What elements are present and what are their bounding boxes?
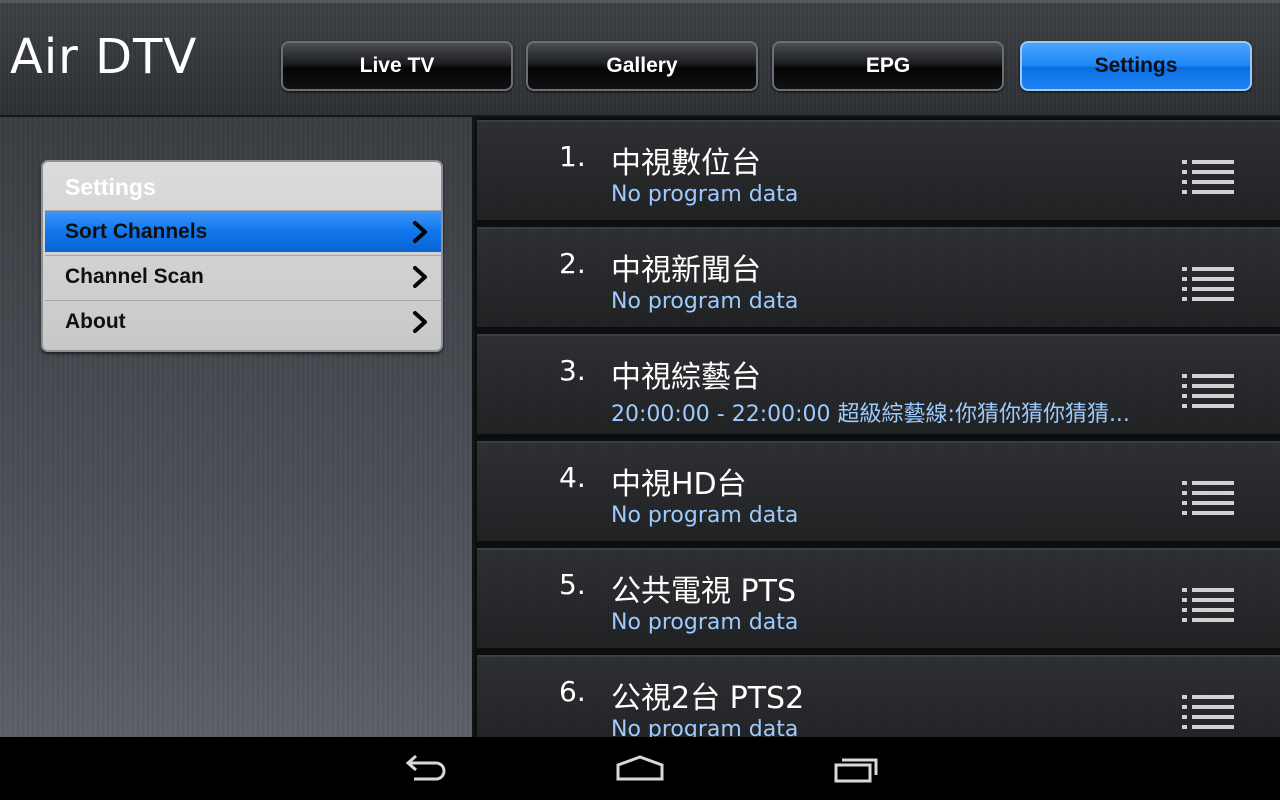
channel-number: 3. xyxy=(559,354,586,387)
channel-name: 中視HD台 xyxy=(611,467,747,502)
back-icon[interactable] xyxy=(400,751,448,787)
drag-handle-icon[interactable] xyxy=(1182,160,1234,194)
tab-gallery[interactable]: Gallery xyxy=(526,41,758,91)
drag-handle-icon[interactable] xyxy=(1182,481,1234,515)
menu-item-label: Sort Channels xyxy=(65,219,208,243)
channel-row[interactable]: 5. 公共電視 PTS No program data xyxy=(477,548,1280,648)
chevron-right-icon xyxy=(413,311,427,333)
channel-program-info: No program data xyxy=(611,717,799,737)
menu-item-channel-scan[interactable]: Channel Scan xyxy=(45,255,441,297)
menu-item-label: Channel Scan xyxy=(65,264,204,288)
menu-item-label: About xyxy=(65,309,126,333)
channel-row[interactable]: 4. 中視HD台 No program data xyxy=(477,441,1280,541)
tab-settings[interactable]: Settings xyxy=(1020,41,1252,91)
channel-number: 1. xyxy=(559,140,586,173)
channel-row[interactable]: 6. 公視2台 PTS2 No program data xyxy=(477,655,1280,737)
channel-program-info: No program data xyxy=(611,182,799,207)
system-nav-bar xyxy=(0,737,1280,800)
drag-handle-icon[interactable] xyxy=(1182,267,1234,301)
tab-live-tv[interactable]: Live TV xyxy=(281,41,513,91)
app-header: Air DTV Live TV Gallery EPG Settings xyxy=(0,0,1280,117)
channel-number: 4. xyxy=(559,461,586,494)
tab-epg[interactable]: EPG xyxy=(772,41,1004,91)
settings-menu: Settings Sort Channels Channel Scan Abou… xyxy=(41,160,443,352)
chevron-right-icon xyxy=(413,266,427,288)
drag-handle-icon[interactable] xyxy=(1182,695,1234,729)
channel-name: 中視新聞台 xyxy=(611,253,761,288)
settings-menu-title: Settings xyxy=(65,174,156,200)
channel-program-info: 20:00:00 - 22:00:00 超級綜藝線:你猜你猜你猜猜... xyxy=(611,402,1130,427)
channel-number: 2. xyxy=(559,247,586,280)
menu-item-about[interactable]: About xyxy=(45,300,441,342)
channel-number: 6. xyxy=(559,675,586,708)
menu-item-sort-channels[interactable]: Sort Channels xyxy=(45,210,441,252)
channel-row[interactable]: 1. 中視數位台 No program data xyxy=(477,120,1280,220)
channel-program-info: No program data xyxy=(611,610,799,635)
channel-number: 5. xyxy=(559,568,586,601)
channel-row[interactable]: 3. 中視綜藝台 20:00:00 - 22:00:00 超級綜藝線:你猜你猜你… xyxy=(477,334,1280,434)
home-icon[interactable] xyxy=(615,751,665,787)
channel-list[interactable]: 1. 中視數位台 No program data 2. 中視新聞台 No pro… xyxy=(475,117,1280,737)
app-title: Air DTV xyxy=(10,29,198,85)
channel-name: 公共電視 PTS xyxy=(611,574,796,609)
recent-apps-icon[interactable] xyxy=(833,751,883,787)
drag-handle-icon[interactable] xyxy=(1182,374,1234,408)
channel-name: 中視數位台 xyxy=(611,146,761,181)
channel-row[interactable]: 2. 中視新聞台 No program data xyxy=(477,227,1280,327)
channel-program-info: No program data xyxy=(611,503,799,528)
channel-program-info: No program data xyxy=(611,289,799,314)
drag-handle-icon[interactable] xyxy=(1182,588,1234,622)
channel-name: 公視2台 PTS2 xyxy=(611,681,805,716)
channel-name: 中視綜藝台 xyxy=(611,360,761,395)
chevron-right-icon xyxy=(413,221,427,243)
